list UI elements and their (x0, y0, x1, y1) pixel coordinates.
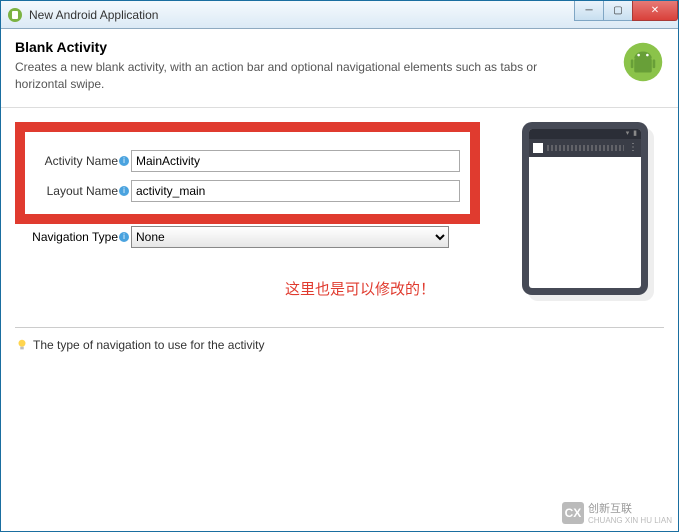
hint-area: The type of navigation to use for the ac… (1, 328, 678, 362)
form-area: Activity Namei Layout Namei Navigation T… (15, 122, 480, 299)
close-button[interactable]: ✕ (632, 1, 678, 21)
info-icon: i (119, 186, 129, 196)
watermark-brand: 创新互联 (588, 503, 632, 515)
phone-title-placeholder (547, 145, 624, 151)
phone-overflow-icon: ⋮ (628, 142, 637, 153)
layout-name-label: Layout Namei (35, 184, 131, 198)
watermark-logo: CX (562, 502, 584, 524)
layout-name-input[interactable] (131, 180, 460, 202)
navigation-type-select[interactable]: None (131, 226, 449, 248)
lightbulb-icon (15, 338, 29, 352)
dialog-header: Blank Activity Creates a new blank activ… (1, 29, 678, 108)
phone-preview: ▾ ▮ ⋮ (522, 122, 648, 295)
phone-app-icon (533, 143, 543, 153)
phone-status-icons: ▾ ▮ (626, 129, 641, 139)
info-icon: i (119, 232, 129, 242)
dialog-title: Blank Activity (15, 39, 614, 55)
annotation-text: 这里也是可以修改的！ (285, 278, 480, 299)
highlight-box: Activity Namei Layout Namei (15, 122, 480, 224)
dialog-description: Creates a new blank activity, with an ac… (15, 59, 575, 93)
android-icon (622, 41, 664, 83)
app-icon (7, 7, 23, 23)
maximize-button[interactable]: ▢ (603, 1, 633, 21)
activity-name-label: Activity Namei (35, 154, 131, 168)
window-title: New Android Application (29, 8, 158, 22)
watermark: CX 创新互联 CHUANG XIN HU LIAN (562, 500, 672, 525)
watermark-sub: CHUANG XIN HU LIAN (588, 516, 672, 525)
navigation-type-label: Navigation Typei (25, 230, 131, 244)
activity-name-input[interactable] (131, 150, 460, 172)
minimize-button[interactable]: ─ (574, 1, 604, 21)
info-icon: i (119, 156, 129, 166)
hint-text: The type of navigation to use for the ac… (33, 338, 264, 352)
window-titlebar: New Android Application ─ ▢ ✕ (1, 1, 678, 29)
